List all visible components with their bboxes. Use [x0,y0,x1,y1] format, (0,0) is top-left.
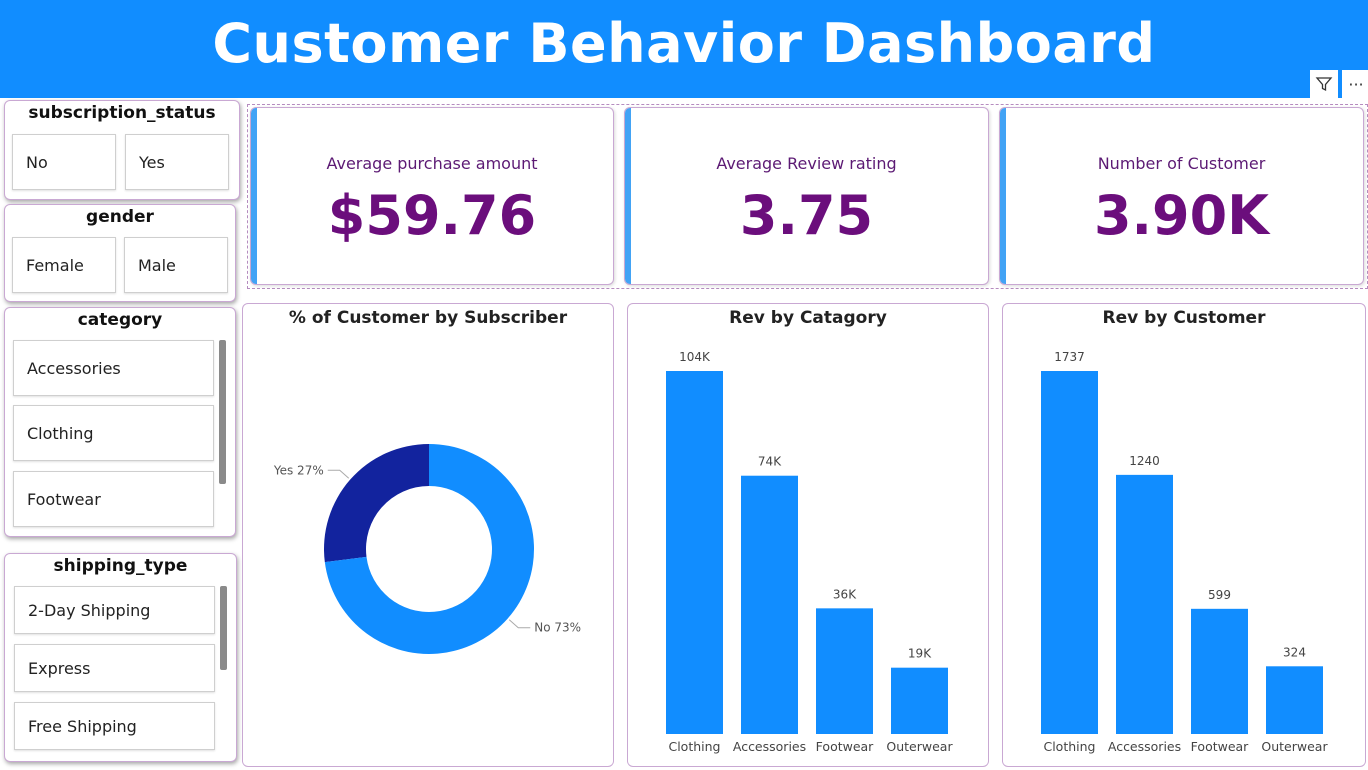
donut-leader-line [327,469,350,479]
bar-chart-rev-by-customer: 1737 Clothing 1240 Accessories 599 Footwear 32… [1041,350,1328,754]
x-tick-label: Clothing [1043,739,1095,754]
slicer-title: subscription_status [28,103,216,123]
bar-data-label: 36K [833,587,857,601]
x-tick-label: Outerwear [886,739,953,754]
bar-data-label: 1737 [1054,350,1085,364]
chart-panel-rev-by-customer: Rev by Customer 1737 Clothing 1240 Accessor… [1002,303,1366,767]
kpi-card-average-review: Average Review rating 3.75 [624,107,989,285]
slicer-title: category [77,310,163,330]
more-options-glyph: ··· [1348,74,1364,94]
slicer-option-male[interactable]: Male [124,237,228,293]
slicer-scrollbar[interactable] [219,340,226,484]
dashboard-title: Customer Behavior Dashboard [212,11,1156,75]
x-tick-label: Accessories [733,739,806,754]
slicer-subscription-status: subscription_status No Yes [4,100,240,200]
x-tick-label: Outerwear [1261,739,1328,754]
kpi-label: Average Review rating [716,154,897,173]
slicer-option-footwear[interactable]: Footwear [13,471,214,527]
x-tick-label: Footwear [816,739,875,754]
chart-panel-rev-by-category: Rev by Catagory 104K Clothing 74K Accessori… [627,303,989,767]
slicer-title: gender [86,207,154,227]
bar-data-label: 324 [1283,645,1306,659]
slicer-option-free-shipping[interactable]: Free Shipping [14,702,215,750]
bar-data-label: 74K [758,455,782,469]
slicer-option-clothing[interactable]: Clothing [13,405,214,461]
kpi-value: 3.90K [1093,184,1270,247]
donut-leader-line [508,619,531,629]
slicer-shipping-type: shipping_type 2-Day Shipping Express Fre… [4,553,237,762]
kpi-label: Average purchase amount [326,154,538,173]
x-tick-label: Accessories [1108,739,1181,754]
dashboard-header: Customer Behavior Dashboard [0,0,1368,98]
bar-clothing [1041,371,1098,734]
donut-label: Yes 27% [273,463,324,477]
bar-accessories [1116,474,1173,734]
slicer-scrollbar[interactable] [220,586,227,670]
slicer-option-no[interactable]: No [12,134,116,190]
x-tick-label: Footwear [1191,739,1250,754]
bar-accessories [741,475,798,734]
filter-icon[interactable] [1310,70,1338,98]
donut-label: No 73% [534,621,581,635]
slicer-category: category Accessories Clothing Footwear [4,307,236,537]
chart-panel-subscriber: % of Customer by Subscriber Yes 27% No 73… [242,303,614,767]
slicer-option-yes[interactable]: Yes [125,134,229,190]
kpi-label: Number of Customer [1097,154,1266,173]
bar-footwear [816,608,873,734]
slicer-gender: gender Female Male [4,204,236,302]
bar-clothing [666,371,723,734]
bar-data-label: 1240 [1129,454,1160,468]
kpi-card-average-purchase: Average purchase amount $59.76 [250,107,614,285]
bar-outerwear [891,667,948,734]
slicer-option-2-day-shipping[interactable]: 2-Day Shipping [14,586,215,634]
more-options-icon[interactable]: ··· [1342,70,1368,98]
kpi-value: $59.76 [327,184,537,247]
x-tick-label: Clothing [668,739,720,754]
donut-chart: Yes 27% No 73% [273,444,581,654]
bar-data-label: 599 [1208,588,1231,602]
slicer-title: shipping_type [53,556,188,576]
slicer-option-accessories[interactable]: Accessories [13,340,214,396]
donut-slice-yes [324,444,429,563]
kpi-value: 3.75 [739,184,874,247]
slicer-option-female[interactable]: Female [12,237,116,293]
bar-data-label: 104K [679,350,711,364]
bar-outerwear [1266,666,1323,734]
bar-footwear [1191,608,1248,734]
slicer-option-express[interactable]: Express [14,644,215,692]
bar-chart-rev-by-category: 104K Clothing 74K Accessories 36K Footwear 19K… [666,350,953,754]
bar-data-label: 19K [908,647,932,661]
kpi-card-number-of-customer: Number of Customer 3.90K [999,107,1364,285]
